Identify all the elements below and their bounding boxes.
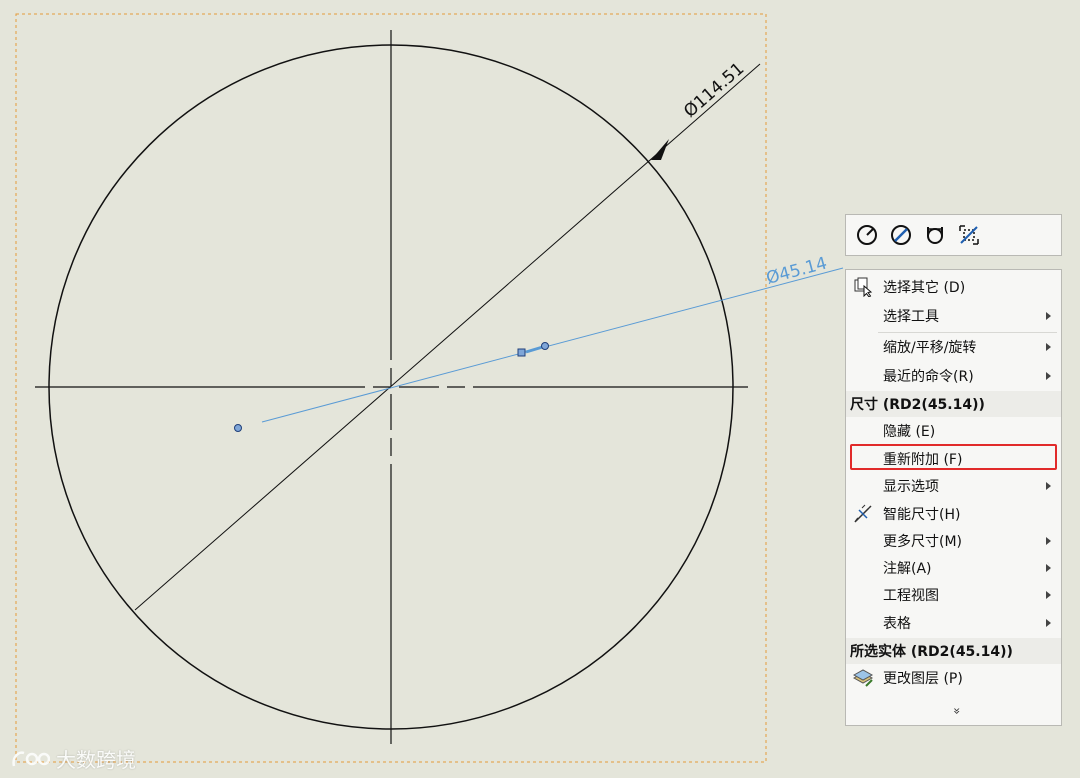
dimension-handle-dot[interactable] (541, 342, 549, 350)
small-diameter-dimension-line[interactable] (261, 267, 844, 423)
menu-item-label: 显示选项 (883, 479, 939, 495)
watermark-text: 大数跨境 (56, 748, 136, 772)
menu-item-recent-commands[interactable]: 最近的命令(R) (846, 363, 1061, 389)
layer-icon (852, 667, 874, 689)
menu-item-hide[interactable]: 隐藏 (E) (846, 418, 1061, 444)
menu-item-change-layer[interactable]: 更改图层 (P) (846, 665, 1061, 691)
fit-dimension-icon[interactable] (956, 222, 982, 248)
menu-item-smart-dimension[interactable]: 智能尺寸(H) (846, 501, 1061, 527)
menu-item-zoom-pan-rotate[interactable]: 缩放/平移/旋转 (846, 334, 1061, 360)
context-toolbar (845, 214, 1062, 256)
submenu-arrow-icon (1046, 372, 1051, 380)
menu-separator (878, 332, 1057, 333)
smart-dimension-icon (852, 503, 874, 525)
menu-item-label: 最近的命令(R) (883, 369, 974, 385)
menu-item-label: 工程视图 (883, 588, 939, 604)
menu-item-label: 表格 (883, 616, 911, 632)
submenu-arrow-icon (1046, 619, 1051, 627)
menu-item-label: 选择其它 (D) (883, 280, 966, 296)
menu-item-label: 隐藏 (E) (883, 424, 936, 440)
section-header-selected-entity: 所选实体 (RD2(45.14)) (846, 638, 1061, 664)
menu-item-select-other[interactable]: 选择其它 (D) (846, 274, 1061, 300)
watermark: 大数跨境 (10, 744, 136, 773)
linear-diameter-icon[interactable] (922, 222, 948, 248)
menu-item-label: 选择工具 (883, 309, 939, 325)
select-other-icon (852, 276, 874, 298)
menu-item-label: 更多尺寸(M) (883, 534, 963, 550)
dimension-handle-square[interactable] (517, 348, 526, 357)
menu-item-label: 重新附加 (F) (883, 452, 963, 468)
submenu-arrow-icon (1046, 591, 1051, 599)
menu-item-drawing-views[interactable]: 工程视图 (846, 582, 1061, 608)
menu-item-label: 智能尺寸(H) (883, 507, 961, 523)
menu-item-label: 更改图层 (P) (883, 671, 963, 687)
submenu-arrow-icon (1046, 537, 1051, 545)
menu-item-label: 注解(A) (883, 561, 932, 577)
small-dimension-text[interactable]: Ø45.14 (764, 253, 829, 288)
submenu-arrow-icon (1046, 482, 1051, 490)
dimension-endpoint-dot[interactable] (234, 424, 242, 432)
expand-menu-chevron-icon[interactable]: » (948, 701, 964, 721)
menu-item-display-options[interactable]: 显示选项 (846, 473, 1061, 499)
menu-item-label: 缩放/平移/旋转 (883, 340, 977, 356)
section-header-dimension: 尺寸 (RD2(45.14)) (846, 391, 1061, 417)
radius-dimension-icon[interactable] (854, 222, 880, 248)
submenu-arrow-icon (1046, 564, 1051, 572)
watermark-logo-icon (12, 750, 50, 766)
large-dimension-arrow (651, 139, 669, 160)
menu-item-reattach[interactable]: 重新附加 (F) (846, 446, 1061, 472)
context-menu: 选择其它 (D) 选择工具 缩放/平移/旋转 最近的命令(R) 尺寸 (RD2(… (845, 269, 1062, 726)
menu-item-annotations[interactable]: 注解(A) (846, 555, 1061, 581)
submenu-arrow-icon (1046, 312, 1051, 320)
submenu-arrow-icon (1046, 343, 1051, 351)
menu-item-more-dimensions[interactable]: 更多尺寸(M) (846, 528, 1061, 554)
menu-item-select-tools[interactable]: 选择工具 (846, 303, 1061, 329)
diameter-dimension-icon[interactable] (888, 222, 914, 248)
large-dimension-text[interactable]: Ø114.51 (680, 59, 748, 122)
menu-item-tables[interactable]: 表格 (846, 610, 1061, 636)
